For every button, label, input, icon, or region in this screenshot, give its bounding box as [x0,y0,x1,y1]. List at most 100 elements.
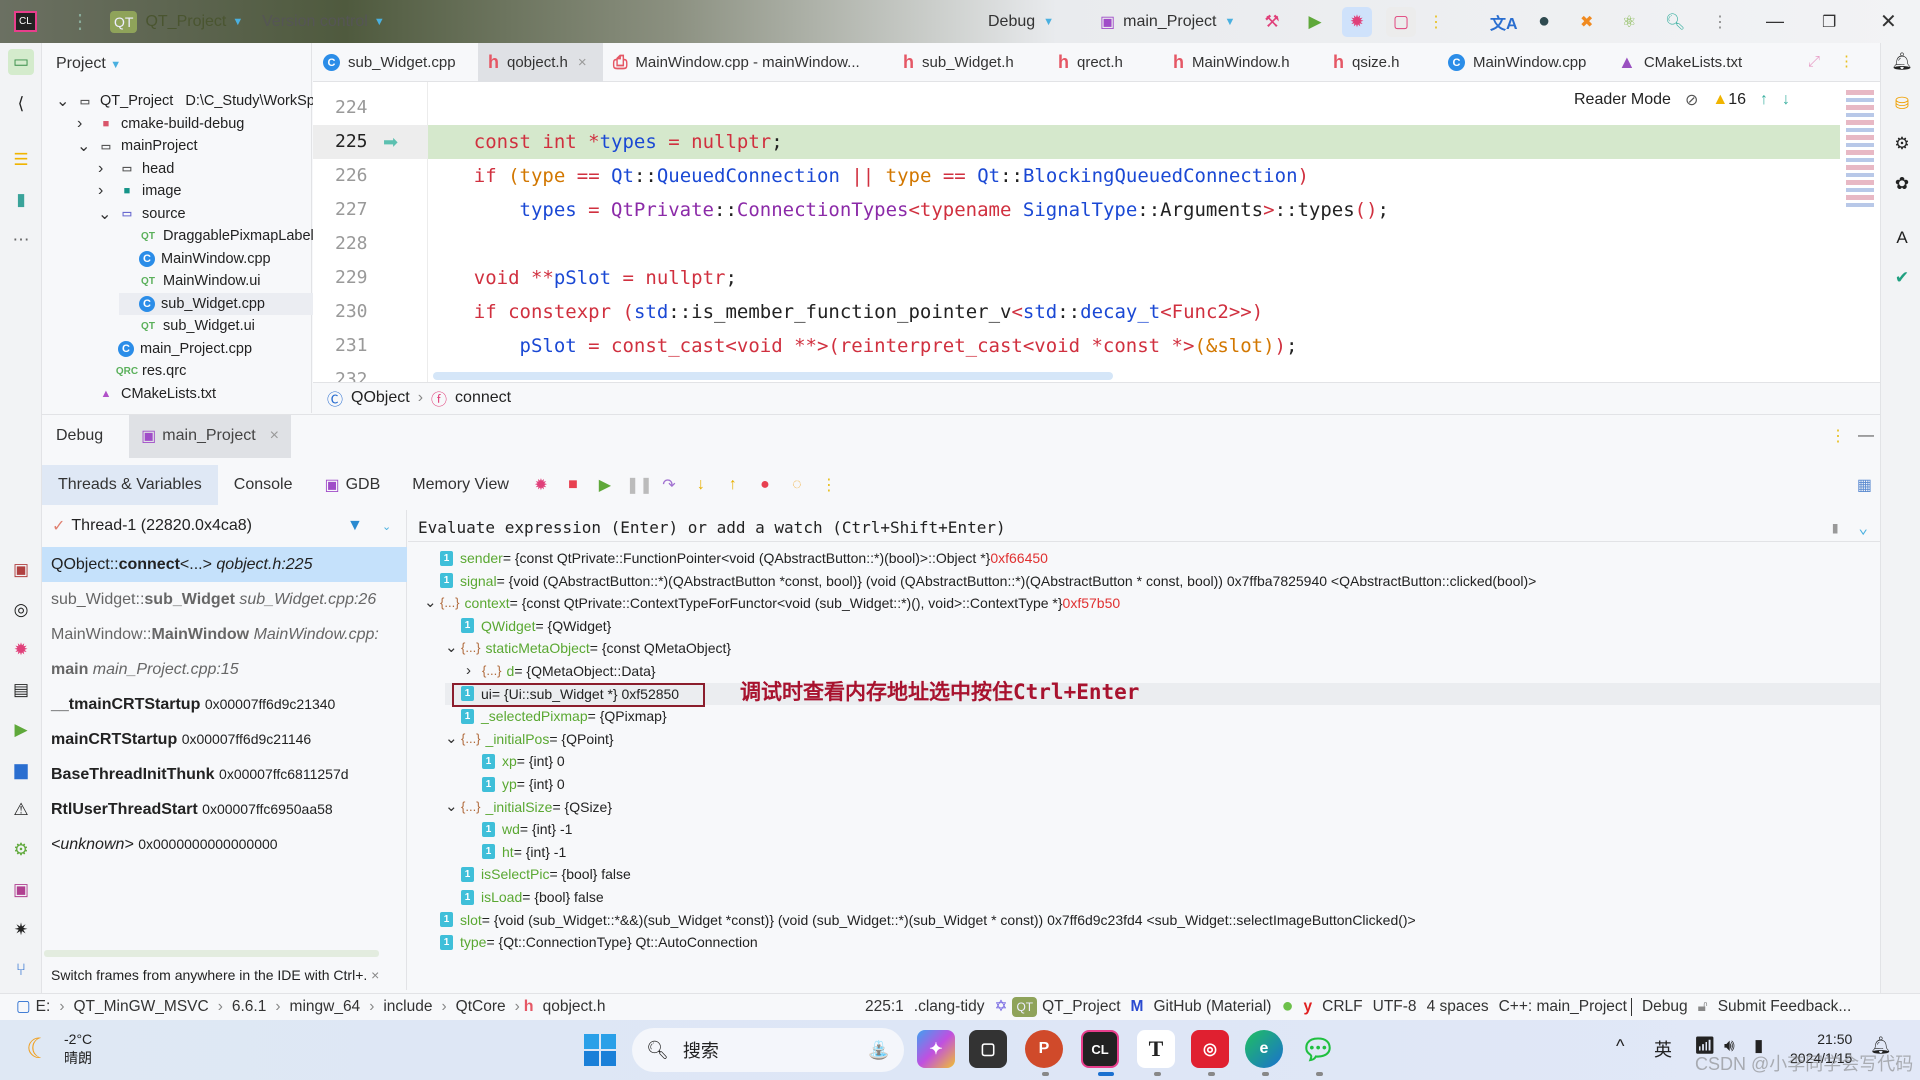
lock-icon[interactable]: 🔓︎ [1698,998,1708,1016]
variable-row[interactable]: ⌄ {...} staticMetaObject = {const QMetaObj… [445,637,731,659]
tab-gdb[interactable]: ▣ GDB [308,465,396,505]
caret-position[interactable]: 225:1 [865,998,904,1016]
filter-icon[interactable]: ▼ [347,517,363,535]
tree-item[interactable]: › ■ cmake-build-debug [77,113,244,135]
messages-icon[interactable]: ▆ [8,757,34,783]
run-tool-icon[interactable]: ▶ [8,717,34,743]
tab-actions-icon[interactable]: ⋮ [1839,52,1854,70]
task-view-icon[interactable]: ▢ [969,1030,1007,1068]
step-out-icon[interactable]: ↑ [722,476,744,494]
stack-frame[interactable]: mainCRTStartup 0x00007ff6d9c21146 [42,722,407,757]
variable-row[interactable]: 1 ht = {int} -1 [466,841,566,863]
code-editor[interactable]: const int *types = nullptr; if (type == … [313,82,1840,382]
more-tools-icon[interactable]: ⋯ [8,227,34,253]
stack-frame[interactable]: BaseThreadInitThunk 0x00007ffc6811257d [42,757,407,792]
path-segment[interactable]: QT_MinGW_MSVC [73,998,208,1016]
git-icon[interactable]: ⑂ [8,957,34,983]
translate-panel-icon[interactable]: A [1889,225,1915,251]
qt-project-status[interactable]: QT_Project [1042,998,1120,1016]
stack-frame[interactable]: main main_Project.cpp:15 [42,652,407,687]
chevron-down-icon[interactable]: ⌄ [1858,514,1868,542]
check-status-icon[interactable]: ✔ [1889,265,1915,291]
bookmark-tool-icon[interactable]: ▣ [8,557,34,583]
tree-item[interactable]: › ■ image [98,180,182,202]
variable-row[interactable]: 1 slot = {void (sub_Widget::*&&)(sub_Widg… [424,909,1416,931]
tree-item[interactable]: ⌄ ▭ source [98,203,186,225]
openai-icon[interactable]: ✿ [1889,171,1915,197]
close-icon[interactable]: × [270,427,279,445]
bookmark-watch-icon[interactable]: ▮ [1830,514,1840,542]
chevron-right-icon[interactable]: › [466,660,482,682]
language-context[interactable]: C++: main_Project [1499,997,1632,1016]
maximize-editor-icon[interactable]: ⤢ [1808,53,1820,70]
horizontal-scrollbar[interactable] [433,372,1113,380]
mute-breakpoints-icon[interactable]: ◌ [786,476,808,494]
line-separator[interactable]: CRLF [1322,998,1362,1016]
file-encoding[interactable]: UTF-8 [1373,998,1417,1016]
frames-scrollbar[interactable] [44,950,379,957]
ai-assistant-icon[interactable]: ⚙ [1889,131,1915,157]
session-tab[interactable]: ▣ main_Project × [129,414,291,458]
indent-setting[interactable]: 4 spaces [1427,998,1489,1016]
reader-mode-button[interactable]: Reader Mode [1574,91,1671,109]
close-button[interactable]: ✕ [1880,0,1897,43]
breadcrumb-function[interactable]: connect [455,389,511,407]
weather-widget[interactable]: -2°C 晴朗 [64,1030,92,1068]
bookmarks-icon[interactable]: ▮ [8,187,34,213]
chevron-down-icon[interactable]: ⌄ [445,637,461,659]
netease-music-icon[interactable]: ◎ [1191,1030,1229,1068]
variable-row[interactable]: 1 xp = {int} 0 [466,750,565,772]
path-segment[interactable]: QtCore [456,998,506,1016]
notifications-icon[interactable]: 🔔︎ [1889,49,1915,75]
tab-mainwindow-cpp[interactable]: C MainWindow.cpp [1438,43,1608,82]
close-tab-icon[interactable]: × [578,54,587,71]
options-icon[interactable]: ⋮ [1830,426,1846,446]
stack-frame[interactable]: __tmainCRTStartup 0x00007ff6d9c21340 [42,687,407,722]
variable-row[interactable]: ⌄ {...} _initialSize = {QSize} [445,796,612,818]
tree-item[interactable]: Cmain_Project.cpp [98,338,252,360]
project-tool-icon[interactable]: ▭ [8,49,34,75]
chevron-right-icon[interactable]: › [77,115,91,133]
chevron-down-icon[interactable]: ⌄ [77,136,91,156]
wechat-icon[interactable]: 💬︎ [1299,1030,1337,1068]
chevron-right-icon[interactable]: › [98,182,112,200]
version-control-menu[interactable]: Version control ▼ [262,0,385,43]
clion-taskbar-icon[interactable]: CL [1081,1030,1119,1068]
variable-row[interactable]: 1 isSelectPic = {bool} false [445,863,631,885]
path-segment[interactable]: mingw_64 [290,998,361,1016]
stack-frame[interactable]: MainWindow::MainWindow MainWindow.cpp: [42,617,407,652]
variable-row[interactable]: 1 type = {Qt::ConnectionType} Qt::AutoCon… [424,931,758,953]
clion-logo-icon[interactable]: CL [14,0,37,43]
stack-frame[interactable]: sub_Widget::sub_Widget sub_Widget.cpp:26 [42,582,407,617]
stop-icon[interactable]: ▢ [1386,6,1416,37]
config-selector[interactable]: Debug ▼ [988,0,1054,43]
close-icon[interactable]: × [371,967,379,983]
hide-eye-icon[interactable]: ⊘ [1685,90,1698,110]
settings-icon[interactable]: ⚙ [8,837,34,863]
variable-row[interactable]: 1 yp = {int} 0 [466,773,565,795]
variable-row[interactable]: 1 sender = {const QtPrivate::FunctionPoin… [424,547,1048,569]
more-actions-icon[interactable]: ⋮ [1428,0,1444,43]
start-button[interactable] [584,1034,616,1066]
variable-row[interactable]: › {...} d = {QMetaObject::Data} [466,660,656,682]
updates-icon[interactable]: ⋮ [1712,0,1728,43]
leetcode-icon[interactable]: ⟨ [8,91,34,117]
copilot-icon[interactable]: ✦ [917,1030,955,1068]
atom-icon[interactable]: ⚛ [1622,0,1636,43]
tab-mainwindow-h[interactable]: h MainWindow.h [1163,43,1323,82]
step-into-icon[interactable]: ↓ [690,476,712,494]
cmake-terminal-icon[interactable]: ▣ [8,877,34,903]
variable-row[interactable]: 1 isLoad = {bool} false [445,886,604,908]
chevron-down-icon[interactable]: ⌄ [56,91,70,111]
stack-frame[interactable]: QObject::connect<...> qobject.h:225 [42,547,407,582]
build-icon[interactable]: ⚒ [1257,7,1287,37]
tab-qobject-h[interactable]: h qobject.h × [478,43,603,82]
path-segment[interactable]: include [383,998,432,1016]
debug-tool-icon[interactable]: ✹ [8,637,34,663]
yoga-icon[interactable]: y [1304,998,1313,1016]
resume-icon[interactable]: ▶ [594,475,616,495]
chevron-down-icon[interactable]: ⌄ [424,592,440,614]
tree-item[interactable]: C MainWindow.cpp [119,248,271,270]
project-panel-title[interactable]: Project ▼ [56,55,121,73]
project-selector[interactable]: QT QT_Project ▼ [110,0,243,43]
